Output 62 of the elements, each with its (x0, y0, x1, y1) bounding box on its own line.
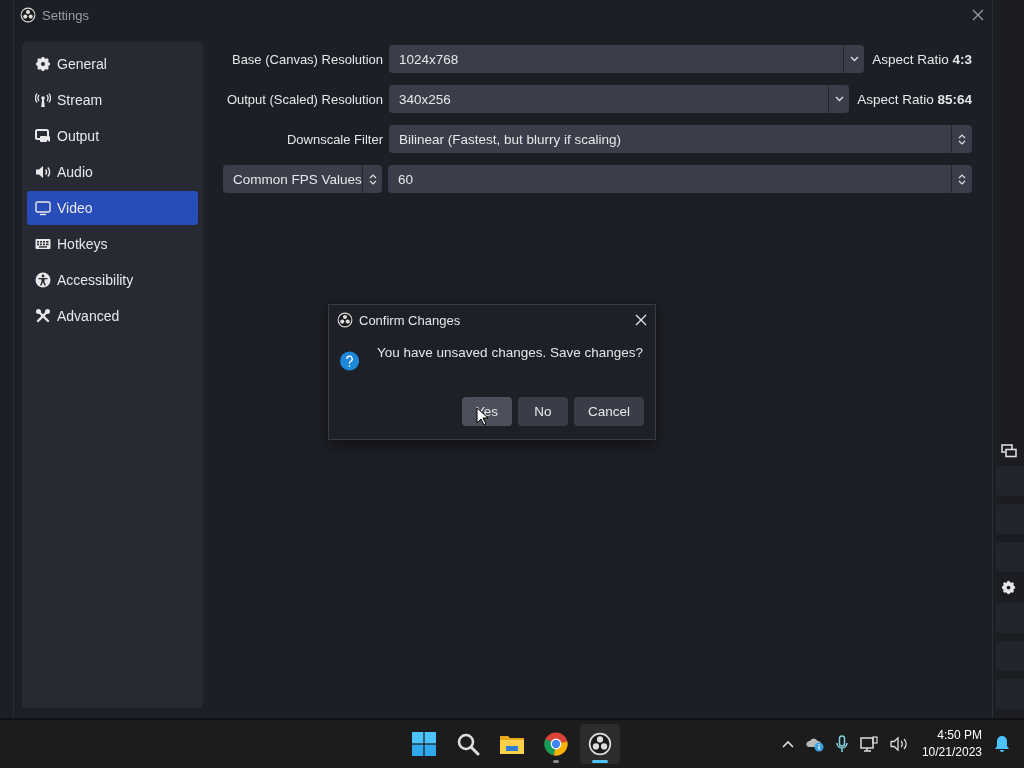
gear-icon (1001, 580, 1016, 595)
setting-label: Downscale Filter (285, 131, 383, 147)
browser-icon (544, 732, 568, 756)
keyboard-icon (35, 236, 51, 252)
taskbar-button[interactable] (580, 724, 620, 764)
dropdown[interactable]: Bilinear (Fastest, but blurry if scaling) (389, 125, 972, 153)
dialog-title: Confirm Changes (359, 312, 462, 328)
sidebar-item-label: Hotkeys (57, 236, 108, 252)
antenna-icon (35, 92, 51, 108)
combo-box[interactable]: 340x256 (389, 85, 850, 113)
aspect-ratio-text: Aspect Ratio 4:3 (871, 51, 972, 67)
dialog-message: You have unsaved changes. Save changes? (377, 345, 643, 360)
sidebar-item[interactable]: Audio (27, 155, 198, 189)
sidebar-item-label: Stream (57, 92, 103, 108)
sidebar-item[interactable]: Accessibility (27, 263, 198, 297)
clock[interactable]: 4:50 PM 10/21/2023 (921, 727, 982, 761)
windows-icon (1000, 444, 1017, 458)
dropdown[interactable]: Common FPS Values (223, 165, 382, 193)
sidebar-item[interactable]: Advanced (27, 299, 198, 333)
sidebar-item-label: Accessibility (57, 272, 134, 288)
dropdown[interactable]: 60 (388, 165, 972, 193)
monitor-icon (35, 200, 51, 216)
sidebar-item-label: Audio (57, 164, 93, 180)
sidebar-item-label: Output (57, 128, 100, 144)
sidebar-item-label: Advanced (57, 308, 120, 324)
chevron-up-icon[interactable] (781, 740, 794, 748)
folder-icon (499, 733, 525, 755)
sidebar-item[interactable]: Video (27, 191, 198, 225)
close-icon[interactable] (972, 9, 984, 21)
dialog-button[interactable]: No (517, 397, 568, 426)
chevron-down-icon (849, 56, 859, 62)
sidebar-item[interactable]: Hotkeys (27, 227, 198, 261)
tools-icon (35, 308, 51, 324)
sidebar-item[interactable]: General (27, 47, 198, 81)
camera-icon (35, 128, 51, 144)
sidebar-item-label: General (57, 56, 107, 72)
window-title: Settings (42, 7, 90, 23)
sidebar-item[interactable]: Output (27, 119, 198, 153)
accessibility-icon (35, 272, 51, 288)
network-icon[interactable] (859, 735, 878, 753)
volume-icon[interactable] (889, 736, 910, 752)
chevron-down-icon (834, 96, 844, 102)
search-icon (456, 732, 480, 756)
aspect-ratio-text: Aspect Ratio 85:64 (856, 91, 972, 107)
spin-arrows-icon (368, 172, 377, 186)
logo-icon (337, 312, 353, 328)
microphone-icon[interactable] (835, 735, 848, 753)
logo-icon (20, 7, 36, 23)
setting-label: Base (Canvas) Resolution (230, 51, 383, 67)
setting-label: Output (Scaled) Resolution (225, 91, 383, 107)
combo-box[interactable]: 1024x768 (389, 45, 865, 73)
cloud-icon[interactable] (805, 736, 824, 752)
speaker-icon (35, 164, 51, 180)
dialog-button[interactable]: Cancel (573, 397, 644, 426)
sidebar-item[interactable]: Stream (27, 83, 198, 117)
obs-logo-icon (588, 732, 612, 756)
windows-logo-icon (412, 732, 436, 756)
spin-arrows-icon (958, 132, 966, 146)
bell-icon[interactable] (994, 735, 1010, 753)
spin-arrows-icon (958, 172, 966, 186)
gear-icon (35, 56, 51, 72)
sidebar-item-label: Video (57, 200, 93, 216)
